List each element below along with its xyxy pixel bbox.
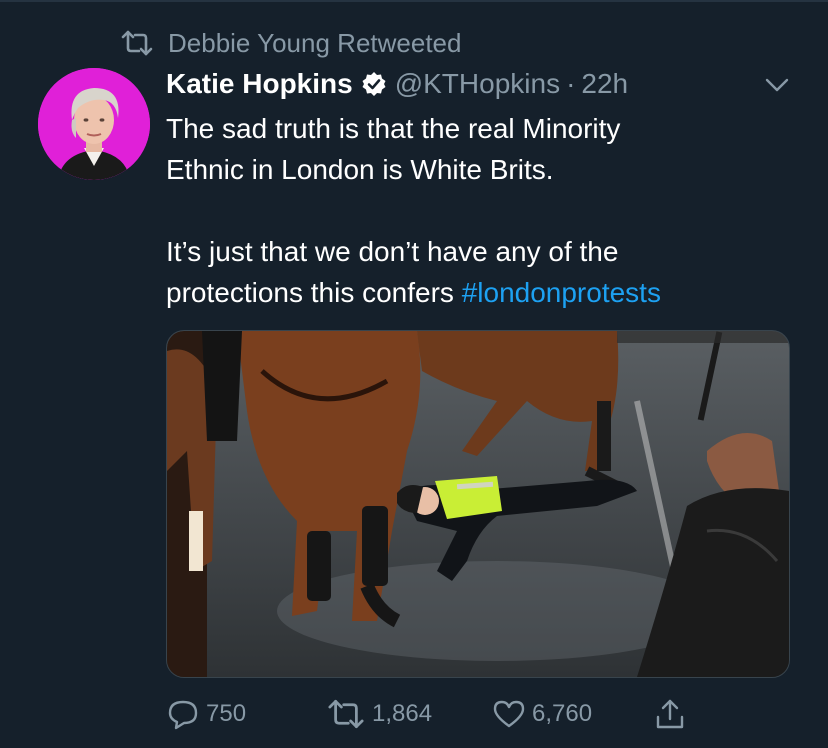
- paragraph-break: [166, 190, 786, 231]
- tweet-line: The sad truth is that the real Minority: [166, 113, 621, 144]
- like-count: 6,760: [532, 700, 593, 727]
- timestamp[interactable]: 22h: [581, 68, 628, 100]
- tweet-text: The sad truth is that the real Minority …: [166, 108, 786, 313]
- chevron-down-icon[interactable]: [764, 76, 790, 94]
- retweet-count: 1,864: [372, 700, 433, 727]
- verified-badge-icon: [361, 71, 387, 97]
- share-icon: [656, 699, 684, 729]
- reply-icon: [168, 700, 198, 730]
- tweet-line: Ethnic in London is White Brits.: [166, 154, 554, 185]
- tweet-line-text: protections this confers: [166, 277, 462, 308]
- handle[interactable]: @KTHopkins: [395, 68, 560, 100]
- tweet-photo[interactable]: [166, 330, 790, 678]
- retweet-icon: [120, 30, 154, 56]
- top-divider: [0, 0, 828, 2]
- tweet-actions: 750 1,864 6,760: [166, 696, 786, 732]
- separator-dot: ·: [566, 68, 576, 99]
- retweet-context[interactable]: Debbie Young Retweeted: [120, 26, 461, 60]
- tweet-line: It’s just that we don’t have any of the: [166, 236, 619, 267]
- retweeted-by-label: Debbie Young Retweeted: [168, 27, 462, 58]
- hashtag-link[interactable]: #londonprotests: [462, 277, 661, 308]
- reply-button[interactable]: 750: [166, 696, 246, 732]
- retweet-icon: [328, 699, 364, 729]
- heart-icon: [493, 700, 525, 728]
- share-button[interactable]: [654, 696, 692, 732]
- retweet-button[interactable]: 1,864: [326, 696, 432, 732]
- avatar[interactable]: [38, 68, 150, 180]
- reply-count: 750: [206, 700, 247, 727]
- like-button[interactable]: 6,760: [492, 696, 592, 732]
- display-name[interactable]: Katie Hopkins: [166, 68, 353, 100]
- tweet-header: Katie Hopkins @KTHopkins · 22h: [166, 64, 628, 104]
- tweet-line: protections this confers #londonprotests: [166, 272, 786, 313]
